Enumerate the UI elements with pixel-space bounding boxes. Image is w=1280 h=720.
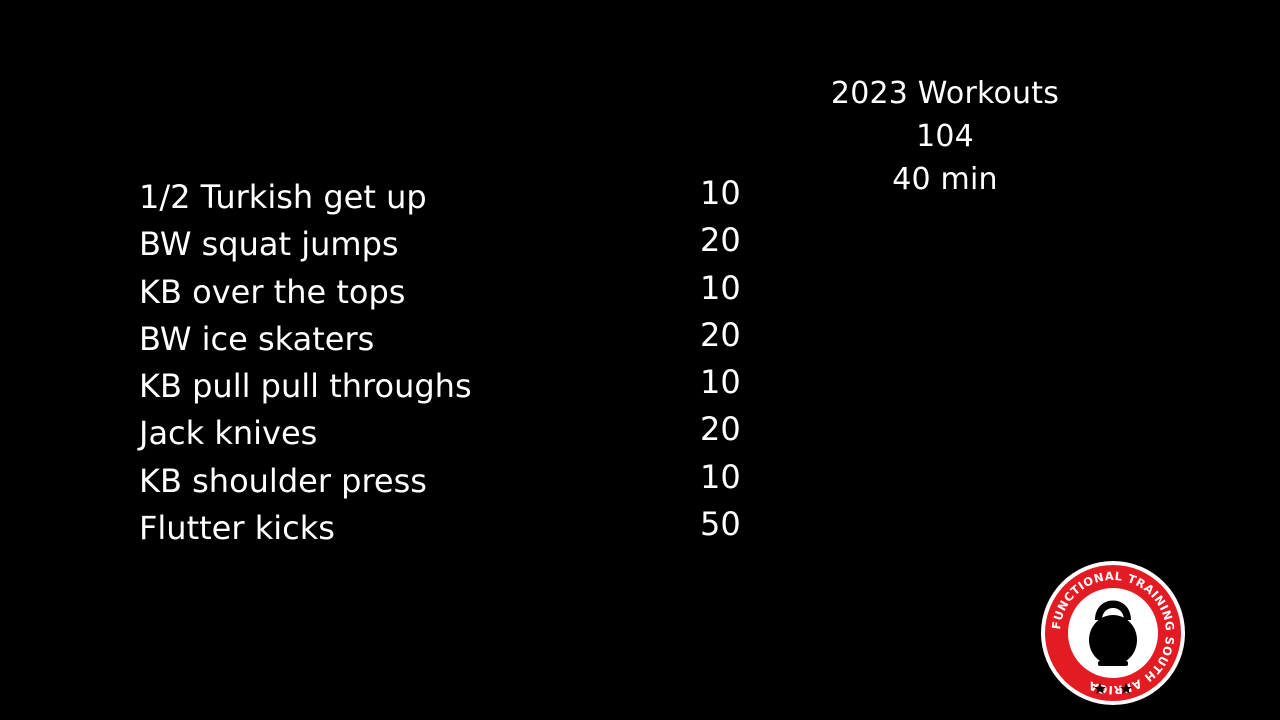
exercise-name: BW squat jumps [139,225,399,264]
exercise-reps: 20 [700,315,741,354]
workout-duration: 40 min [892,162,998,197]
exercise-reps: 20 [700,221,741,260]
exercise-reps: 50 [700,505,741,544]
exercise-reps: 10 [700,174,741,212]
exercise-row: KB shoulder press 10 [139,458,779,505]
exercise-list: 1/2 Turkish get up 10 BW squat jumps 20 … [139,174,779,552]
exercise-row: Flutter kicks 50 [139,505,779,552]
workout-number: 104 [916,119,974,154]
exercise-row: BW ice skaters 20 [139,316,779,363]
exercise-name: 1/2 Turkish get up [139,178,427,216]
exercise-name: Jack knives [139,414,318,453]
exercise-row: 1/2 Turkish get up 10 [139,174,779,221]
exercise-reps: 10 [700,457,741,496]
exercise-name: KB pull pull throughs [139,367,472,406]
exercise-reps: 20 [700,410,741,449]
exercise-name: BW ice skaters [139,319,375,358]
workout-header: 2023 Workouts 104 40 min [745,72,1145,201]
brand-logo: FUNCTIONAL TRAINING SOUTH AFRICA [1040,560,1186,706]
exercise-row: BW squat jumps 20 [139,221,779,268]
exercise-row: KB pull pull throughs 10 [139,363,779,410]
exercise-reps: 10 [700,363,741,402]
exercise-name: KB shoulder press [139,461,427,500]
exercise-row: Jack knives 20 [139,410,779,457]
exercise-reps: 10 [700,268,741,307]
exercise-row: KB over the tops 10 [139,269,779,316]
exercise-name: Flutter kicks [139,509,335,548]
kettlebell-logo-icon: FUNCTIONAL TRAINING SOUTH AFRICA [1041,561,1185,705]
workout-title: 2023 Workouts [830,76,1060,111]
exercise-name: KB over the tops [139,272,406,311]
